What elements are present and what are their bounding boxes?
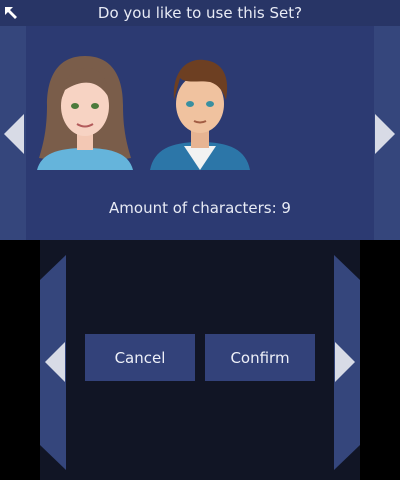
dialog-title-bar: Do you like to use this Set?: [0, 0, 400, 26]
female-avatar-icon: [37, 56, 133, 170]
dialog-title: Do you like to use this Set?: [97, 4, 303, 22]
character-count: Amount of characters: 9: [109, 199, 291, 217]
chevron-right-icon[interactable]: [335, 342, 355, 382]
confirm-button[interactable]: Confirm: [205, 334, 315, 381]
chevron-left-icon[interactable]: [45, 342, 65, 382]
back-arrow-icon[interactable]: [2, 3, 20, 21]
cancel-button[interactable]: Cancel: [85, 334, 195, 381]
male-avatar-icon: [150, 59, 250, 170]
chevron-right-icon[interactable]: [375, 114, 397, 154]
chevron-left-icon[interactable]: [4, 114, 26, 154]
top-screen: Do you like to use this Set? Amount of c…: [0, 0, 400, 240]
